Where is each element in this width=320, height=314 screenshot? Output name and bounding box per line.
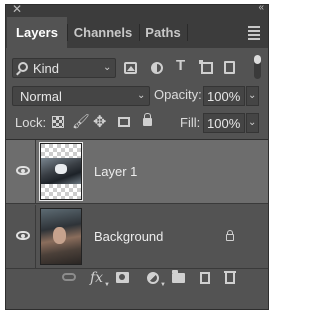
chevron-down-icon: ⌄ <box>103 62 112 73</box>
opacity-dropdown[interactable]: ⌄ <box>246 86 259 106</box>
opacity-label: Opacity: <box>154 87 202 102</box>
add-mask-icon[interactable] <box>116 272 129 283</box>
lock-artboard-icon[interactable] <box>118 117 130 127</box>
opacity-input[interactable]: 100% <box>203 86 245 106</box>
search-icon <box>18 62 28 72</box>
fill-label: Fill: <box>180 115 201 130</box>
delete-icon[interactable] <box>224 271 236 284</box>
layer-thumbnail <box>40 208 82 265</box>
blend-mode-select[interactable]: Normal ⌄ <box>12 86 150 106</box>
panel-menu-icon[interactable] <box>248 26 260 42</box>
layers-panel: ✕ « Layers Channels Paths Kind ⌄ T Norma… <box>5 2 269 310</box>
new-layer-icon[interactable] <box>200 272 210 284</box>
filter-toggle[interactable] <box>254 55 261 79</box>
blend-mode-value: Normal <box>20 89 62 104</box>
submenu-triangle-icon: ▼ <box>160 282 166 288</box>
fx-icon[interactable]: fx <box>90 270 103 288</box>
link-layers-icon[interactable] <box>62 273 76 281</box>
tab-channels[interactable]: Channels <box>67 17 139 48</box>
lock-label: Lock: <box>15 115 47 130</box>
tab-layers[interactable]: Layers <box>7 17 67 48</box>
layer-row[interactable]: Layer 1 <box>6 140 268 204</box>
visibility-eye-icon[interactable] <box>16 166 30 175</box>
layer-row[interactable]: Background <box>6 205 268 269</box>
panel-footer: fx ▼ ▼ <box>6 270 268 294</box>
tab-divider <box>187 24 188 41</box>
fill-input[interactable]: 100% <box>203 113 245 133</box>
panel-title-bar: ✕ « <box>6 2 268 17</box>
new-group-icon[interactable] <box>172 270 185 283</box>
layer-thumbnail <box>39 142 83 201</box>
lock-icon <box>226 230 234 241</box>
filter-kind-select[interactable]: Kind ⌄ <box>12 58 116 78</box>
smart-object-filter-icon[interactable] <box>224 61 235 74</box>
close-icon[interactable]: ✕ <box>12 2 22 16</box>
adjustment-layer-icon[interactable] <box>147 272 159 284</box>
filter-kind-label: Kind <box>33 61 60 76</box>
visibility-eye-icon[interactable] <box>16 231 30 240</box>
thumbnail-image <box>41 158 81 184</box>
lock-all-icon[interactable] <box>143 113 152 126</box>
layer-name[interactable]: Background <box>94 229 163 244</box>
type-filter-icon[interactable]: T <box>176 57 192 74</box>
chevron-down-icon: ⌄ <box>137 90 146 101</box>
divider <box>35 205 36 269</box>
layer-name[interactable]: Layer 1 <box>94 164 137 179</box>
collapse-icon[interactable]: « <box>258 2 263 13</box>
adjustment-filter-icon[interactable] <box>151 62 163 74</box>
lock-transparency-icon[interactable] <box>52 116 64 128</box>
chevron-down-icon: ⌄ <box>248 90 257 101</box>
fill-dropdown[interactable]: ⌄ <box>246 113 259 133</box>
thumbnail-image <box>53 227 66 244</box>
lock-position-icon[interactable]: ✥ <box>93 112 106 131</box>
chevron-down-icon: ⌄ <box>248 117 257 128</box>
divider <box>35 140 36 204</box>
shape-filter-icon[interactable] <box>199 60 213 74</box>
panel-tabs: Layers Channels Paths <box>6 17 268 48</box>
submenu-triangle-icon: ▼ <box>104 282 110 288</box>
tab-paths[interactable]: Paths <box>139 17 187 48</box>
lock-pixels-icon[interactable]: 🖌 <box>72 113 90 129</box>
image-filter-icon[interactable] <box>124 62 137 74</box>
